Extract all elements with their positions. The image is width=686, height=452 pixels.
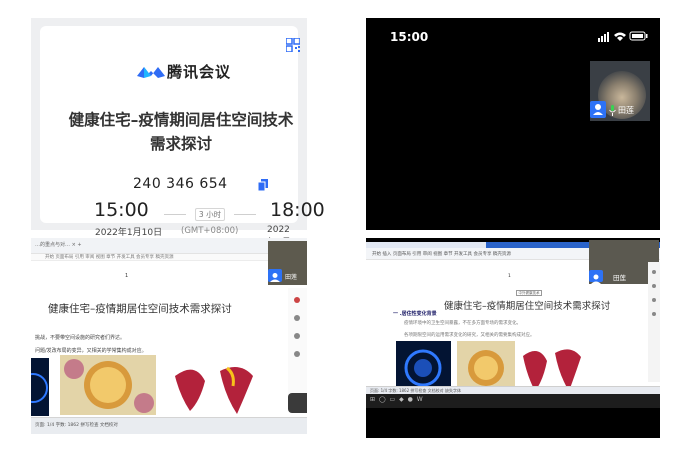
taskbar: ⊞ ◯ ▭ ◆ ● W xyxy=(366,394,660,408)
header-stamp: 中外健康技术 xyxy=(516,290,542,296)
page-number: 1 xyxy=(125,273,129,279)
meeting-id: 240 346 654 xyxy=(133,176,228,192)
document-title: 健康住宅–疫情期居住空间技术需求探讨 xyxy=(444,301,611,312)
participant-video-tile[interactable]: 田莲 xyxy=(268,241,307,285)
status-text: 页面: 1/4 字数: 1862 拼写检查 文档校对 xyxy=(35,423,118,428)
ribbon: 开始 页面布局 引用 审阅 视图 章节 开发工具 会员专享 稿壳资源 xyxy=(31,254,307,261)
start-time: 15:00 xyxy=(94,199,149,221)
toolbar: …的重点与对… × + xyxy=(31,238,307,254)
participant-video-tile[interactable]: 田莲 xyxy=(590,61,650,121)
divider xyxy=(164,214,186,215)
participant-name: 田莲 xyxy=(285,274,298,281)
person-icon xyxy=(589,270,603,284)
person-icon xyxy=(268,269,282,282)
section-heading: 一 .居住性变化背景 xyxy=(393,311,437,317)
tab-label[interactable]: …的重点与对… × + xyxy=(35,241,82,248)
meeting-invite-panel: 腾讯会议 健康住宅–疫情期间居住空间技术需求探讨 240 346 654 15:… xyxy=(31,18,325,261)
participant-name: 田莲 xyxy=(618,106,634,115)
protein-structure-image xyxy=(165,356,263,418)
status-bar: 页面: 1/4 字数: 1862 拼写检查 文档校对 xyxy=(31,417,307,434)
end-time: 18:00 xyxy=(270,199,325,221)
divider xyxy=(234,214,256,215)
side-toolbar[interactable] xyxy=(648,262,660,382)
phone-screen-panel: 15:00 田莲 xyxy=(366,18,660,230)
qr-code-icon[interactable] xyxy=(286,38,300,52)
status-icons xyxy=(598,31,648,42)
document-paragraph: 问题/发改布局的变异，又相关的学常集构成对应。 xyxy=(35,348,147,354)
meeting-title: 健康住宅–疫情期间居住空间技术需求探讨 xyxy=(68,111,294,153)
virus-image xyxy=(31,358,49,416)
page-number: 1 xyxy=(508,274,511,279)
brand-name: 腾讯会议 xyxy=(167,63,232,81)
wifi-icon xyxy=(614,32,626,41)
document-paragraph: 疫情环境中的卫生空间暴露，不在多方面专场的需求变化。 xyxy=(404,321,521,326)
page-navigator-button[interactable] xyxy=(288,393,307,413)
meeting-invite-card: 腾讯会议 健康住宅–疫情期间居住空间技术需求探讨 240 346 654 15:… xyxy=(40,26,325,261)
side-toolbar[interactable] xyxy=(288,288,307,400)
virus-image xyxy=(60,355,156,415)
person-icon xyxy=(590,101,606,118)
document-title: 健康住宅–疫情期居住空间技术需求探讨 xyxy=(48,303,232,315)
tencent-meeting-logo xyxy=(137,67,165,78)
start-date: 2022年1月10日 xyxy=(95,228,163,238)
microphone-icon xyxy=(609,105,616,116)
shared-document-panel-right: 开始 插入 页面布局 引用 审阅 视图 章节 开发工具 会员专享 稿壳资源 1 … xyxy=(366,238,660,438)
document-paragraph: 各项期限空间的运用需求变化的研究，又相关的需要集构成对应。 xyxy=(404,333,535,338)
taskbar-icons[interactable]: ⊞ ◯ ▭ ◆ ● W xyxy=(370,396,424,403)
shared-document-panel-left: …的重点与对… × + 开始 页面布局 引用 审阅 视图 章节 开发工具 会员专… xyxy=(31,238,307,434)
battery-icon xyxy=(629,31,648,41)
duration-badge: 3 小时 xyxy=(195,208,225,221)
participant-name: 田莲 xyxy=(613,274,626,282)
document-paragraph: 挑战，不要带空间设施的研究者们界达。 xyxy=(35,335,126,341)
copy-icon[interactable] xyxy=(258,179,268,191)
status-bar: 页面: 1/4 字数: 1862 拼写检查 文档校对 缺失字体 xyxy=(366,386,660,394)
timezone: (GMT+08:00) xyxy=(181,226,239,236)
ribbon-menu[interactable]: 开始 页面布局 引用 审阅 视图 章节 开发工具 会员专享 稿壳资源 xyxy=(45,254,173,260)
ribbon-menu[interactable]: 开始 插入 页面布局 引用 审阅 视图 章节 开发工具 会员专享 稿壳资源 xyxy=(372,251,511,257)
status-clock: 15:00 xyxy=(390,30,429,44)
signal-icon xyxy=(598,32,609,42)
